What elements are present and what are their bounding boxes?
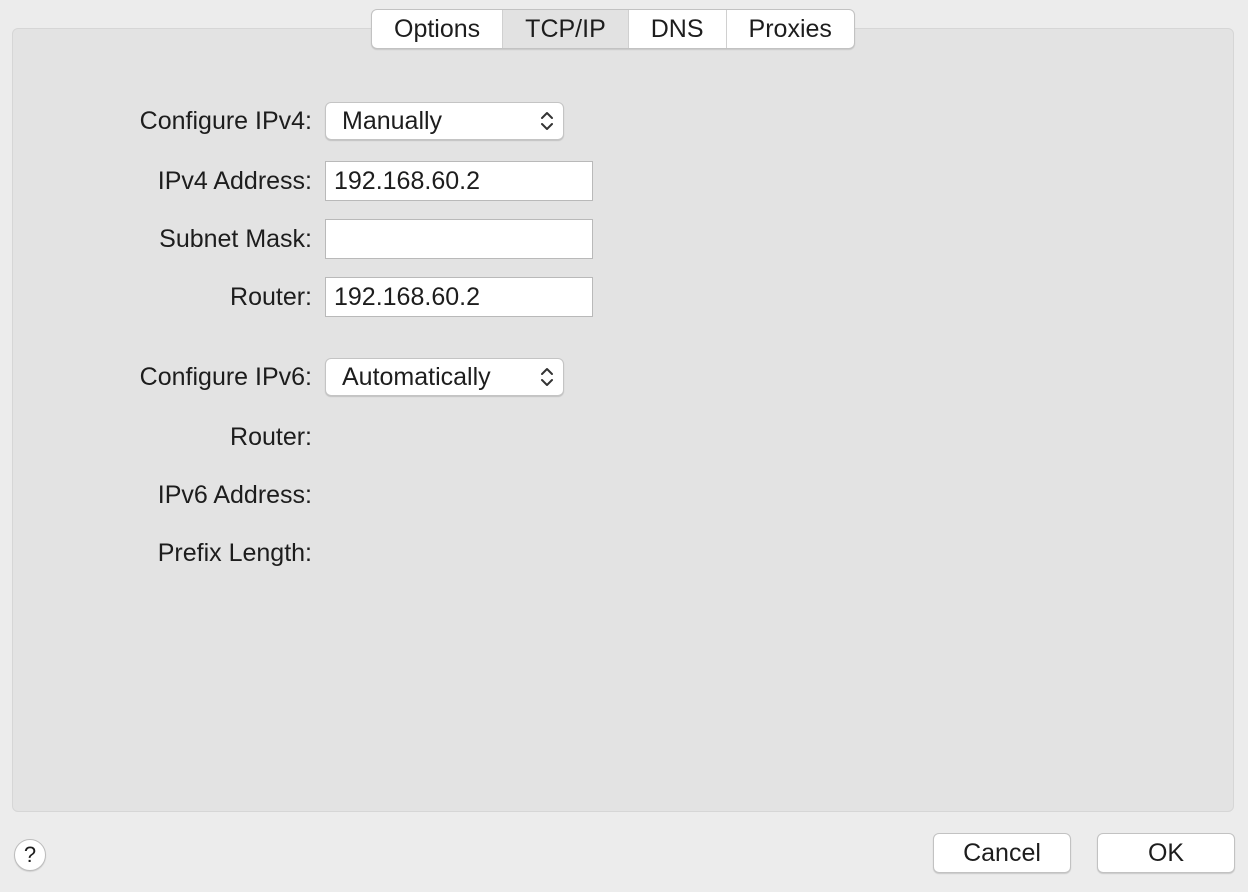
configure-ipv6-value: Automatically: [342, 363, 491, 391]
subnet-mask-field[interactable]: [325, 219, 593, 259]
tab-dns[interactable]: DNS: [629, 10, 727, 48]
configure-ipv6-popup[interactable]: Automatically: [325, 358, 564, 396]
prefix-length-label-wrap: Prefix Length:: [0, 533, 312, 573]
subnet-mask-label-wrap: Subnet Mask:: [0, 219, 312, 259]
configure-ipv4-value: Manually: [342, 107, 443, 135]
ipv4-router-label-wrap: Router:: [0, 277, 312, 317]
tab-options[interactable]: Options: [372, 10, 504, 48]
configure-ipv4-popup[interactable]: Manually: [325, 102, 564, 140]
chevron-up-down-icon: [541, 112, 553, 130]
ipv4-address-field[interactable]: [325, 161, 593, 201]
tab-proxies[interactable]: Proxies: [727, 10, 854, 48]
ok-button[interactable]: OK: [1097, 833, 1235, 873]
prefix-length-label: Prefix Length:: [157, 539, 312, 567]
chevron-up-down-icon: [541, 368, 553, 386]
ipv6-router-label-wrap: Router:: [0, 417, 312, 457]
ipv4-router-field[interactable]: [325, 277, 593, 317]
ipv6-router-label: Router:: [230, 423, 312, 451]
ipv4-address-label: IPv4 Address:: [157, 167, 312, 195]
configure-ipv6-label: Configure IPv6:: [139, 363, 312, 391]
configure-ipv6-label-wrap: Configure IPv6:: [0, 357, 312, 397]
tab-tcpip[interactable]: TCP/IP: [503, 10, 629, 48]
cancel-button[interactable]: Cancel: [933, 833, 1071, 873]
tab-bar: Options TCP/IP DNS Proxies: [371, 9, 855, 49]
ipv6-address-label-wrap: IPv6 Address:: [0, 475, 312, 515]
configure-ipv4-label: Configure IPv4:: [139, 107, 312, 135]
question-mark-icon: ?: [23, 842, 37, 867]
subnet-mask-label: Subnet Mask:: [159, 225, 312, 253]
network-advanced-window: Options TCP/IP DNS Proxies Configure IPv…: [0, 0, 1248, 892]
ipv4-address-label-wrap: IPv4 Address:: [0, 161, 312, 201]
configure-ipv4-label-wrap: Configure IPv4:: [0, 101, 312, 141]
ipv6-address-label: IPv6 Address:: [157, 481, 312, 509]
ipv4-router-label: Router:: [230, 283, 312, 311]
help-button[interactable]: ?: [14, 839, 46, 871]
